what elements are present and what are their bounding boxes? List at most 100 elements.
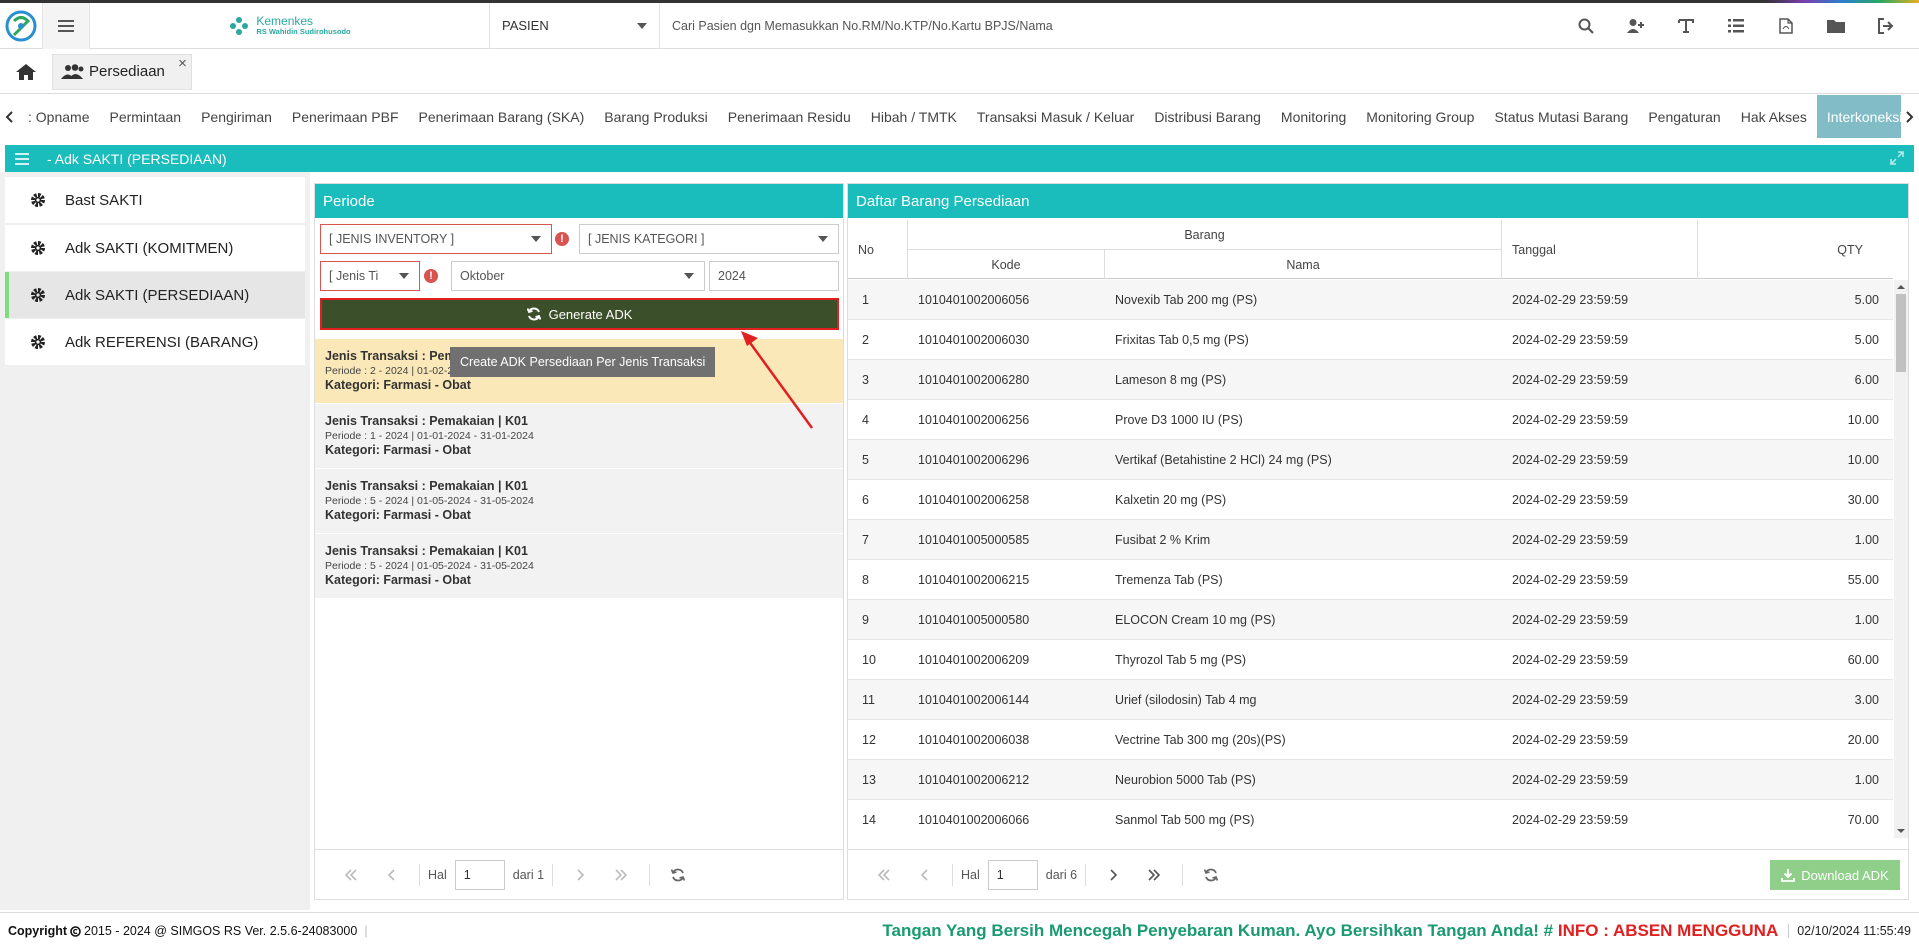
next-page-button[interactable] — [561, 868, 601, 881]
transaction-item[interactable]: Jenis Transaksi : Pemakaian | K01 Periode… — [315, 534, 843, 599]
prev-page-button[interactable] — [904, 868, 944, 881]
generate-adk-button[interactable]: Generate ADK — [320, 298, 839, 330]
modnav-item-pengiriman[interactable]: Pengiriman — [191, 95, 282, 138]
scrollbar-thumb[interactable] — [1896, 294, 1906, 372]
cell-qty: 10.00 — [1847, 412, 1879, 427]
table-row[interactable]: 3 1010401002006280 Lameson 8 mg (PS) 2024-0… — [848, 360, 1893, 400]
user-plus-button[interactable] — [1611, 3, 1661, 49]
table-row[interactable]: 12 1010401002006038 Vectrine Tab 300 mg (2… — [848, 720, 1893, 760]
page-number-input[interactable]: 1 — [987, 859, 1038, 890]
last-page-button[interactable] — [1134, 868, 1174, 881]
first-page-button[interactable] — [331, 868, 371, 881]
hamburger-menu-button[interactable] — [42, 2, 90, 49]
header-toolbar — [1561, 3, 1919, 49]
table-row[interactable]: 10 1010401002006209 Thyrozol Tab 5 mg (PS)… — [848, 640, 1893, 680]
modnav-item-penerimaan-barang-ska[interactable]: Penerimaan Barang (SKA) — [409, 95, 595, 138]
table-scrollbar[interactable] — [1894, 280, 1908, 838]
users-icon — [61, 63, 84, 79]
table-row[interactable]: 2 1010401002006030 Frixitas Tab 0,5 mg (PS… — [848, 320, 1893, 360]
modnav-item-interkoneksi-sakti[interactable]: Interkoneksi SAKTI — [1816, 95, 1901, 138]
modnav-item-hak-akses[interactable]: Hak Akses — [1731, 95, 1817, 138]
periode-panel: Periode [ JENIS INVENTORY ] ! [ JENIS KA… — [314, 183, 844, 900]
modnav-item-pengaturan[interactable]: Pengaturan — [1638, 95, 1730, 138]
hal-label: Hal — [428, 867, 447, 882]
table-row[interactable]: 4 1010401002006256 Prove D3 1000 IU (PS) 20… — [848, 400, 1893, 440]
modnav-item-monitoring-group[interactable]: Monitoring Group — [1356, 95, 1484, 138]
transaction-periode: Periode : 5 - 2024 | 01-05-2024 - 31-05-… — [325, 559, 534, 572]
patient-type-select[interactable]: PASIEN — [490, 2, 660, 49]
refresh-button[interactable] — [1191, 868, 1231, 882]
modnav-item-barang-produksi[interactable]: Barang Produksi — [594, 95, 718, 138]
cell-qty: 1.00 — [1854, 532, 1879, 547]
table-row[interactable]: 1 1010401002006056 Novexib Tab 200 mg (PS)… — [848, 280, 1893, 320]
cell-kode: 1010401002006280 — [918, 372, 1030, 387]
expand-button[interactable] — [1890, 151, 1904, 165]
home-tab[interactable] — [0, 50, 52, 94]
first-page-button[interactable] — [864, 868, 904, 881]
prev-page-button[interactable] — [371, 868, 411, 881]
logout-button[interactable] — [1861, 3, 1911, 49]
list-button[interactable] — [1711, 3, 1761, 49]
modnav-scroll-right[interactable] — [1901, 95, 1919, 138]
sidebar-item-adk-komitmen[interactable]: Adk SAKTI (KOMITMEN) — [5, 225, 305, 271]
cell-no: 1 — [862, 292, 869, 307]
double-chevron-left-icon — [344, 868, 357, 881]
patient-search-input[interactable]: Cari Pasien dgn Memasukkan No.RM/No.KTP/… — [660, 3, 1561, 49]
table-row[interactable]: 9 1010401005000580 ELOCON Cream 10 mg (PS)… — [848, 600, 1893, 640]
table-row[interactable]: 13 1010401002006212 Neurobion 5000 Tab (PS… — [848, 760, 1893, 800]
jenis-kategori-select[interactable]: [ JENIS KATEGORI ] — [579, 224, 839, 254]
section-title-bar: - Adk SAKTI (PERSEDIAAN) — [5, 145, 1914, 172]
table-row[interactable]: 7 1010401005000585 Fusibat 2 % Krim 2024-02… — [848, 520, 1893, 560]
modnav-item-hibah-tmtk[interactable]: Hibah / TMTK — [861, 95, 967, 138]
cell-no: 5 — [862, 452, 869, 467]
table-row[interactable]: 14 1010401002006066 Sanmol Tab 500 mg (PS)… — [848, 800, 1893, 838]
tahun-input[interactable]: 2024 — [709, 261, 839, 291]
refresh-button[interactable] — [658, 868, 698, 882]
download-adk-button[interactable]: Download ADK — [1770, 860, 1900, 890]
modnav-item-permintaan[interactable]: Permintaan — [99, 95, 191, 138]
modnav-item-monitoring[interactable]: Monitoring — [1271, 95, 1356, 138]
app-logo[interactable] — [0, 3, 42, 49]
modnav-item-penerimaan-residu[interactable]: Penerimaan Residu — [718, 95, 861, 138]
table-row[interactable]: 11 1010401002006144 Urief (silodosin) Tab … — [848, 680, 1893, 720]
daftar-barang-panel: Daftar Barang Persediaan No Barang Kode … — [847, 183, 1909, 900]
modnav-item-status-mutasi-barang[interactable]: Status Mutasi Barang — [1484, 95, 1638, 138]
cell-qty: 3.00 — [1854, 692, 1879, 707]
folder-button[interactable] — [1811, 3, 1861, 49]
sidebar-item-adk-referensi[interactable]: Adk REFERENSI (BARANG) — [5, 319, 305, 365]
cell-kode: 1010401002006258 — [918, 492, 1030, 507]
cell-no: 13 — [862, 772, 876, 787]
jenis-transaksi-select[interactable]: [ Jenis Ti — [320, 261, 420, 291]
bulan-select[interactable]: Oktober — [451, 261, 705, 291]
cell-tanggal: 2024-02-29 23:59:59 — [1512, 692, 1629, 707]
modnav-item-penerimaan-pbf[interactable]: Penerimaan PBF — [282, 95, 409, 138]
table-row[interactable]: 6 1010401002006258 Kalxetin 20 mg (PS) 2024… — [848, 480, 1893, 520]
modnav-item-opname[interactable]: : Opname — [18, 95, 99, 138]
modnav-item-distribusi-barang[interactable]: Distribusi Barang — [1144, 95, 1271, 138]
page-number-input[interactable]: 1 — [454, 859, 505, 890]
marquee-red-text: INFO : ABSEN MENGGUNA — [1557, 921, 1779, 940]
last-page-button[interactable] — [601, 868, 641, 881]
generate-adk-label: Generate ADK — [548, 306, 633, 322]
generate-tooltip: Create ADK Persediaan Per Jenis Transaks… — [450, 347, 716, 377]
pager-divider — [649, 863, 651, 886]
modnav-item-transaksi-masuk-keluar[interactable]: Transaksi Masuk / Keluar — [967, 95, 1144, 138]
text-button[interactable] — [1661, 3, 1711, 49]
next-page-button[interactable] — [1094, 868, 1134, 881]
cell-kode: 1010401002006038 — [918, 732, 1030, 747]
hamburger-icon — [58, 19, 74, 32]
sidebar-item-adk-persediaan[interactable]: Adk SAKTI (PERSEDIAAN) — [5, 272, 305, 318]
modnav-scroll-left[interactable] — [0, 95, 18, 138]
tab-persediaan[interactable]: Persediaan × — [52, 53, 192, 90]
transaction-item[interactable]: Jenis Transaksi : Pemakaian | K01 Periode… — [315, 469, 843, 534]
sidebar-item-bast-sakti[interactable]: Bast SAKTI — [5, 177, 305, 223]
tab-close-button[interactable]: × — [178, 55, 187, 72]
cell-kode: 1010401005000585 — [918, 532, 1030, 547]
search-button[interactable] — [1561, 3, 1611, 49]
table-row[interactable]: 8 1010401002006215 Tremenza Tab (PS) 2024-0… — [848, 560, 1893, 600]
pdf-button[interactable] — [1761, 3, 1811, 49]
col-kode: Kode — [908, 250, 1105, 279]
jenis-inventory-select[interactable]: [ JENIS INVENTORY ] — [320, 224, 552, 254]
table-row[interactable]: 5 1010401002006296 Vertikaf (Betahistine 2… — [848, 440, 1893, 480]
transaction-item[interactable]: Jenis Transaksi : Pemakaian | K01 Periode… — [315, 404, 843, 469]
